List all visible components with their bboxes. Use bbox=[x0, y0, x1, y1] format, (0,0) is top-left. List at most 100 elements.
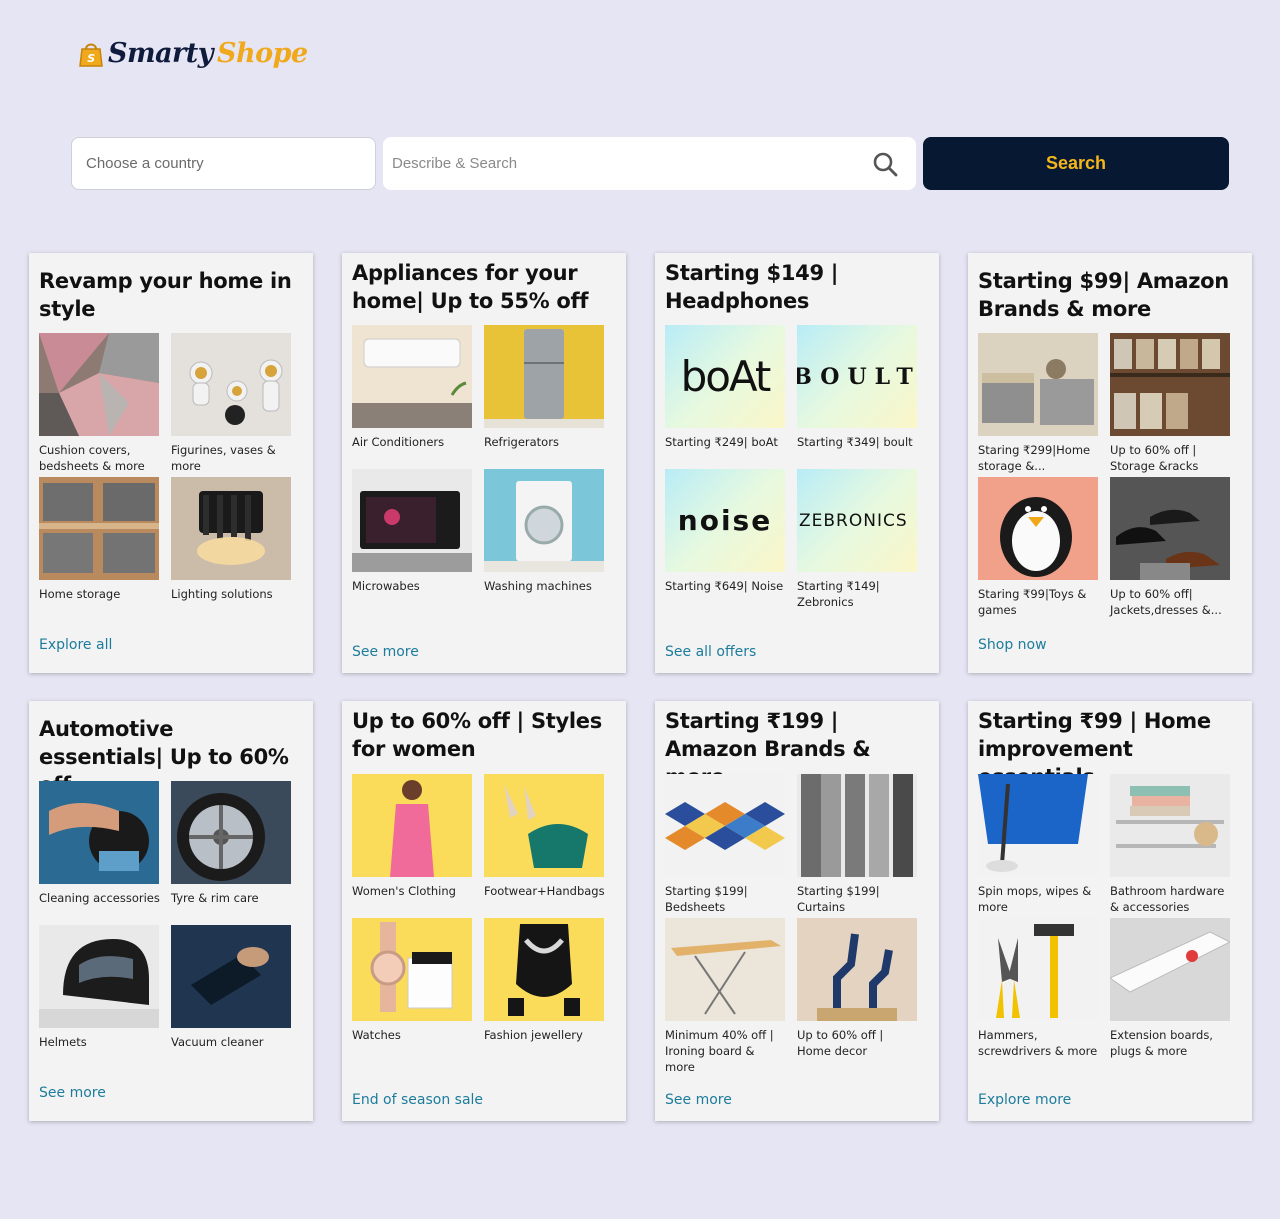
tile-caption: Spin mops, wipes & more bbox=[978, 884, 1092, 914]
search-field[interactable] bbox=[383, 137, 916, 190]
see-more-link[interactable]: See more bbox=[352, 644, 419, 660]
tile-curtains[interactable]: Starting $199| Curtains bbox=[797, 774, 918, 915]
search-icon[interactable] bbox=[872, 151, 898, 177]
shop-now-link[interactable]: Shop now bbox=[978, 637, 1047, 653]
card-title: Revamp your home in style bbox=[39, 269, 292, 321]
tile-home-storage-299[interactable]: Staring ₹299|Home storage &... bbox=[978, 333, 1099, 474]
tile-air-conditioners[interactable]: Air Conditioners bbox=[352, 325, 473, 450]
explore-more-link[interactable]: Explore more bbox=[978, 1092, 1071, 1108]
refrigerator-image bbox=[484, 325, 604, 428]
see-all-offers-link[interactable]: See all offers bbox=[665, 644, 756, 660]
helmet-image bbox=[39, 925, 159, 1028]
curtains-image bbox=[797, 774, 917, 877]
wall-lamp-image bbox=[171, 477, 291, 580]
tile-spin-mops[interactable]: Spin mops, wipes & more bbox=[978, 774, 1099, 915]
tile-caption: Microwabes bbox=[352, 579, 420, 593]
brand-logo[interactable]: S Smarty Shope bbox=[78, 38, 308, 69]
car-cleaning-image bbox=[39, 781, 159, 884]
tile-caption: Washing machines bbox=[484, 579, 592, 593]
tile-caption: Starting ₹649| Noise bbox=[665, 579, 784, 593]
brand-name: boAt bbox=[680, 352, 772, 401]
card-appliances: Appliances for your home| Up to 55% off … bbox=[342, 253, 626, 673]
watch-image bbox=[352, 918, 472, 1021]
card-home-improvement: Starting ₹99 | Home improvement essentia… bbox=[968, 701, 1252, 1121]
card-title: Starting $149 | Headphones bbox=[665, 261, 839, 313]
end-of-season-sale-link[interactable]: End of season sale bbox=[352, 1092, 483, 1108]
tile-caption: Hammers, screwdrivers & more bbox=[978, 1028, 1098, 1058]
tile-tools[interactable]: Hammers, screwdrivers & more bbox=[978, 918, 1099, 1059]
tile-caption: Cushion covers, bedsheets & more bbox=[39, 443, 145, 473]
tile-tyre-rim[interactable]: Tyre & rim care bbox=[171, 781, 292, 906]
tile-noise[interactable]: noise Starting ₹649| Noise bbox=[665, 469, 786, 594]
tile-boult[interactable]: BOULT Starting ₹349| boult bbox=[797, 325, 918, 450]
tile-extension-boards[interactable]: Extension boards, plugs & more bbox=[1110, 918, 1231, 1059]
jars-rack-image bbox=[1110, 333, 1230, 436]
svg-text:S: S bbox=[87, 52, 95, 65]
see-more-link[interactable]: See more bbox=[665, 1092, 732, 1108]
tile-caption: Figurines, vases & more bbox=[171, 443, 276, 473]
tile-caption: Home storage bbox=[39, 587, 121, 601]
tile-cushion-covers[interactable]: Cushion covers, bedsheets & more bbox=[39, 333, 160, 474]
tile-caption: Fashion jewellery bbox=[484, 1028, 583, 1042]
tile-bathroom-hardware[interactable]: Bathroom hardware & accessories bbox=[1110, 774, 1231, 915]
card-title: Starting $99| Amazon Brands & more bbox=[978, 269, 1229, 321]
tile-toys-games[interactable]: Staring ₹99|Toys & games bbox=[978, 477, 1099, 618]
tile-ironing-board[interactable]: Minimum 40% off | Ironing board & more bbox=[665, 918, 786, 1075]
card-revamp-home: Revamp your home in style Cushion covers… bbox=[29, 253, 313, 673]
towel-rack-image bbox=[1110, 774, 1230, 877]
tile-storage-racks[interactable]: Up to 60% off | Storage &racks bbox=[1110, 333, 1231, 474]
rug-image bbox=[39, 333, 159, 436]
see-more-link[interactable]: See more bbox=[39, 1085, 106, 1101]
tile-caption: Minimum 40% off | Ironing board & more bbox=[665, 1028, 774, 1074]
tile-caption: Up to 60% off| Jackets,dresses &... bbox=[1110, 587, 1222, 617]
tile-vacuum-cleaner[interactable]: Vacuum cleaner bbox=[171, 925, 292, 1050]
tile-helmets[interactable]: Helmets bbox=[39, 925, 160, 1050]
tile-zebronics[interactable]: ZEBRONICS Starting ₹149| Zebronics bbox=[797, 469, 918, 610]
tile-caption: Up to 60% off | Storage &racks bbox=[1110, 443, 1199, 473]
card-amazon-brands-199: Starting ₹199 | Amazon Brands & more Sta… bbox=[655, 701, 939, 1121]
tile-caption: Staring ₹299|Home storage &... bbox=[978, 443, 1091, 473]
card-amazon-brands: Starting $99| Amazon Brands & more Stari… bbox=[968, 253, 1252, 673]
tile-womens-clothing[interactable]: Women's Clothing bbox=[352, 774, 473, 899]
tile-microwaves[interactable]: Microwabes bbox=[352, 469, 473, 594]
tile-boat[interactable]: boAt Starting ₹249| boAt bbox=[665, 325, 786, 450]
search-input[interactable] bbox=[383, 137, 872, 190]
tile-fashion-jewellery[interactable]: Fashion jewellery bbox=[484, 918, 605, 1043]
astronaut-figurines-image bbox=[171, 333, 291, 436]
tile-washing-machines[interactable]: Washing machines bbox=[484, 469, 605, 594]
card-title: Appliances for your home| Up to 55% off bbox=[352, 261, 589, 313]
zebronics-logo: ZEBRONICS bbox=[797, 469, 917, 572]
spin-mop-image bbox=[978, 774, 1098, 877]
tile-home-decor[interactable]: Up to 60% off | Home decor bbox=[797, 918, 918, 1059]
tile-caption: Up to 60% off | Home decor bbox=[797, 1028, 884, 1058]
tile-cleaning-accessories[interactable]: Cleaning accessories bbox=[39, 781, 160, 906]
tile-caption: Refrigerators bbox=[484, 435, 559, 449]
search-button[interactable]: Search bbox=[923, 137, 1229, 190]
tile-caption: Starting ₹349| boult bbox=[797, 435, 913, 449]
explore-all-link[interactable]: Explore all bbox=[39, 637, 112, 653]
air-conditioner-image bbox=[352, 325, 472, 428]
penguin-toy-image bbox=[978, 477, 1098, 580]
noise-logo: noise bbox=[665, 469, 785, 572]
footwear-handbag-image bbox=[484, 774, 604, 877]
tile-home-storage[interactable]: Home storage bbox=[39, 477, 160, 602]
tile-bedsheets[interactable]: Starting $199| Bedsheets bbox=[665, 774, 786, 915]
logo-text-a: Smarty bbox=[108, 38, 213, 69]
tile-caption: Women's Clothing bbox=[352, 884, 456, 898]
tile-lighting[interactable]: Lighting solutions bbox=[171, 477, 292, 602]
microwave-image bbox=[352, 469, 472, 572]
tile-caption: Vacuum cleaner bbox=[171, 1035, 264, 1049]
tile-caption: Watches bbox=[352, 1028, 401, 1042]
tile-footwear-handbags[interactable]: Footwear+Handbags bbox=[484, 774, 605, 899]
tile-figurines[interactable]: Figurines, vases & more bbox=[171, 333, 292, 474]
logo-text-b: Shope bbox=[216, 38, 308, 69]
card-automotive: Automotive essentials| Up to 60% off Cle… bbox=[29, 701, 313, 1121]
storage-baskets-image bbox=[978, 333, 1098, 436]
country-select[interactable] bbox=[71, 137, 376, 190]
brand-name: BOULT bbox=[797, 363, 917, 390]
tile-jackets-dresses[interactable]: Up to 60% off| Jackets,dresses &... bbox=[1110, 477, 1231, 618]
tools-image bbox=[978, 918, 1098, 1021]
boat-logo: boAt bbox=[665, 325, 785, 428]
tile-refrigerators[interactable]: Refrigerators bbox=[484, 325, 605, 450]
tile-watches[interactable]: Watches bbox=[352, 918, 473, 1043]
